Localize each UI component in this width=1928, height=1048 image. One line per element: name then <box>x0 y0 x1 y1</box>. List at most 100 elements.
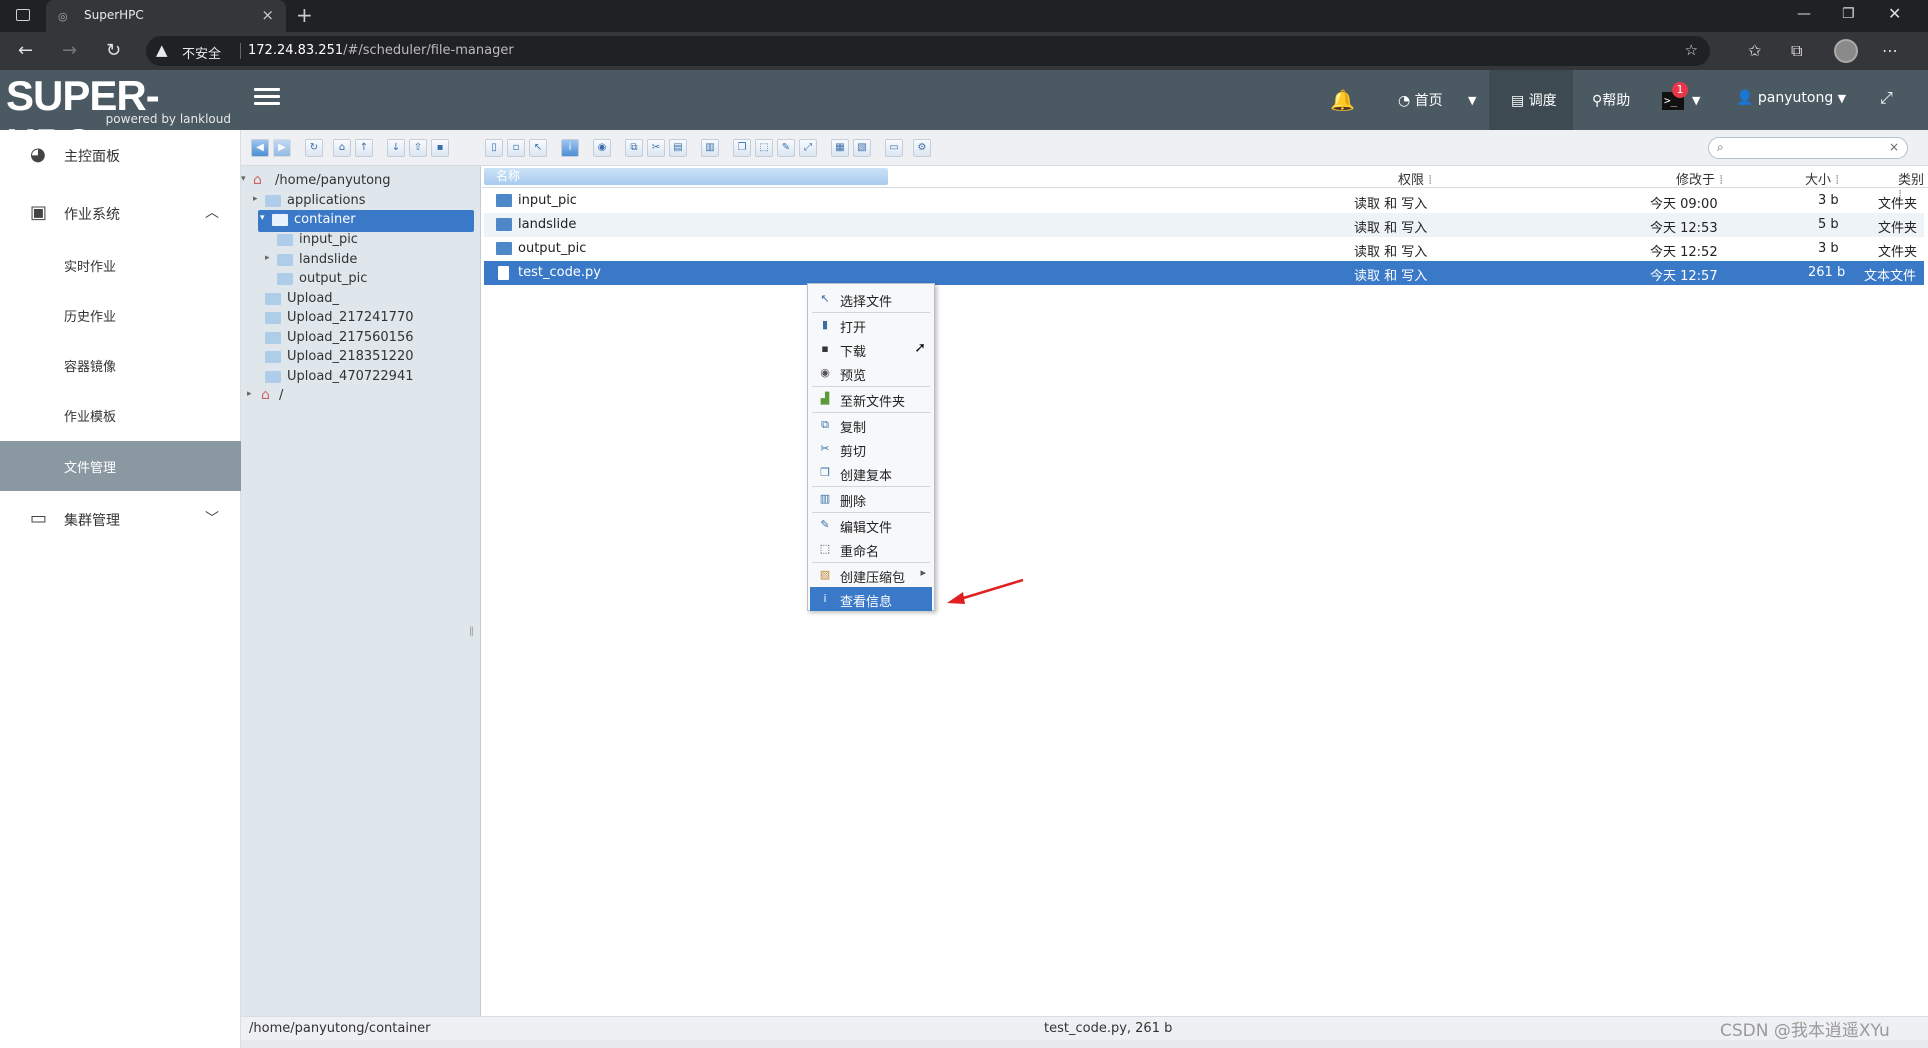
menu-item-download[interactable]: ▪ 下载 ➚ <box>810 337 932 361</box>
select-icon[interactable]: ↖ <box>529 139 547 157</box>
profile-avatar[interactable] <box>1834 39 1858 63</box>
sidebar-item-container-images[interactable]: 容器镜像 <box>0 340 241 390</box>
sidebar-item-dashboard[interactable]: ◕ 主控面板 <box>0 130 241 180</box>
menu-toggle-icon[interactable] <box>254 88 280 110</box>
tab-close-icon[interactable]: × <box>261 6 274 24</box>
extract-icon[interactable]: ▦ <box>831 139 849 157</box>
menu-item-create-archive[interactable]: ▧ 创建压缩包 ▸ <box>810 563 932 587</box>
url-field[interactable]: ▲ 不安全 172.24.83.251/#/scheduler/file-man… <box>146 36 1710 66</box>
download-icon[interactable]: ↓ <box>387 139 405 157</box>
notification-badge: 1 <box>1672 82 1688 98</box>
menu-item-copy[interactable]: ⧉ 复制 <box>810 413 932 437</box>
table-row[interactable]: output_pic 读取 和 写入 今天 12:52 3 b 文件夹 <box>484 237 1924 261</box>
refresh-icon[interactable]: ↻ <box>305 139 323 157</box>
sidebar-item-cluster-management[interactable]: ▭ 集群管理 ﹀ <box>0 494 241 544</box>
settings-icon[interactable]: ⚙ <box>913 139 931 157</box>
expand-arrow-icon[interactable]: ▸ <box>253 194 258 204</box>
new-tab-icon[interactable]: + <box>296 3 313 27</box>
edit-icon[interactable]: ✎ <box>777 139 795 157</box>
tree-node[interactable]: Upload_218351220 <box>265 347 465 369</box>
menu-item-preview[interactable]: ◉ 预览 <box>810 361 932 385</box>
forward-icon[interactable]: → <box>62 40 77 61</box>
open-icon[interactable]: ▯ <box>485 139 503 157</box>
menu-item-get-info[interactable]: i 查看信息 <box>810 587 932 611</box>
up-folder-icon[interactable]: ↑ <box>355 139 373 157</box>
tree-root[interactable]: ▾ ⌂ /home/panyutong <box>241 171 453 193</box>
info-icon[interactable]: i <box>561 139 579 157</box>
tree-node-selected[interactable]: ▾ container <box>258 210 474 232</box>
menu-item-cut[interactable]: ✂ 剪切 <box>810 437 932 461</box>
tree-node[interactable]: Upload_217241770 <box>265 308 465 330</box>
favorites-icon[interactable]: ✩ <box>1748 41 1761 60</box>
table-row[interactable]: landslide 读取 和 写入 今天 12:53 5 b 文件夹 <box>484 213 1924 237</box>
collapse-arrow-icon[interactable]: ▾ <box>241 174 246 184</box>
minimize-icon[interactable]: — <box>1797 6 1811 22</box>
archive-icon[interactable]: ▧ <box>853 139 871 157</box>
home-dropdown-icon[interactable]: ▼ <box>1468 94 1476 107</box>
sidebar-item-job-templates[interactable]: 作业模板 <box>0 390 241 440</box>
expand-arrow-icon[interactable]: ▸ <box>247 389 252 399</box>
home-icon[interactable]: ⌂ <box>333 139 351 157</box>
favorite-star-icon[interactable]: ☆ <box>1685 41 1698 59</box>
context-menu: ↖ 选择文件 ▮ 打开 ▪ 下载 ➚ ◉ 预览 ▟ 至新文件夹 ⧉ 复制 ✂ 剪… <box>807 283 935 611</box>
column-modified[interactable]: 修改于 ⁞ <box>1676 169 1723 188</box>
delete-icon[interactable]: ▥ <box>701 139 719 157</box>
arrow-head <box>947 592 965 604</box>
upload-icon[interactable]: ⇧ <box>409 139 427 157</box>
not-secure-label: 不安全 <box>182 47 222 62</box>
column-size[interactable]: 大小 ⁞ <box>1805 169 1839 188</box>
restore-icon[interactable]: ❐ <box>1842 6 1855 22</box>
forward-arrow-icon[interactable]: ▶ <box>273 139 291 157</box>
nav-home[interactable]: ◔ 首页 <box>1398 90 1443 110</box>
nav-schedule[interactable]: ▤ 调度 <box>1489 70 1573 130</box>
table-row[interactable]: input_pic 读取 和 写入 今天 09:00 3 b 文件夹 <box>484 189 1924 213</box>
disk-icon[interactable]: ▫ <box>507 139 525 157</box>
sidebar-item-file-manager[interactable]: 文件管理 <box>0 441 241 491</box>
rename-icon[interactable]: ⬚ <box>755 139 773 157</box>
menu-item-rename[interactable]: ⬚ 重命名 <box>810 537 932 561</box>
clear-icon[interactable]: × <box>1889 140 1899 154</box>
search-input[interactable]: ⌕ × <box>1708 137 1908 159</box>
back-icon[interactable]: ← <box>18 40 33 61</box>
paste-icon[interactable]: ▤ <box>669 139 687 157</box>
bottom-scrollbar[interactable] <box>241 1040 1928 1048</box>
user-menu[interactable]: 👤 panyutong ▼ <box>1736 90 1846 106</box>
copy-icon[interactable]: ⧉ <box>625 139 643 157</box>
pane-splitter[interactable]: ‖ <box>469 626 474 637</box>
tree-node[interactable]: output_pic <box>277 269 467 291</box>
tree-node-filesystem-root[interactable]: ▸ ⌂ / <box>247 386 321 408</box>
back-arrow-icon[interactable]: ◀ <box>251 139 269 157</box>
bell-icon[interactable]: 🔔 <box>1330 88 1355 112</box>
menu-item-select-file[interactable]: ↖ 选择文件 <box>810 287 932 311</box>
terminal-dropdown-icon[interactable]: ▼ <box>1692 94 1700 107</box>
sidebar-item-realtime-jobs[interactable]: 实时作业 <box>0 240 241 290</box>
sidebar-item-history-jobs[interactable]: 历史作业 <box>0 290 241 340</box>
save-icon[interactable]: ▪ <box>431 139 449 157</box>
cut-icon[interactable]: ✂ <box>647 139 665 157</box>
more-icon[interactable]: ⋯ <box>1882 41 1898 60</box>
nav-help[interactable]: ⚲帮助 <box>1592 90 1630 110</box>
expand-arrow-icon[interactable]: ▸ <box>265 253 270 263</box>
menu-item-open[interactable]: ▮ 打开 <box>810 313 932 337</box>
menu-item-delete[interactable]: ▥ 删除 <box>810 487 932 511</box>
menu-item-duplicate[interactable]: ❐ 创建复本 <box>810 461 932 485</box>
window-menu-icon[interactable] <box>16 9 30 21</box>
duplicate-icon[interactable]: ❐ <box>733 139 751 157</box>
menu-item-edit-file[interactable]: ✎ 编辑文件 <box>810 513 932 537</box>
reload-icon[interactable]: ↻ <box>106 40 121 61</box>
fullscreen-icon[interactable]: ⤢ <box>1880 88 1893 108</box>
preview-icon[interactable]: ◉ <box>593 139 611 157</box>
resize-icon[interactable]: ⤢ <box>799 139 817 157</box>
window-close-icon[interactable]: ✕ <box>1888 4 1901 23</box>
tab-favicon-icon: ◎ <box>58 10 68 23</box>
table-row-selected[interactable]: test_code.py 读取 和 写入 今天 12:57 261 b 文本文件 <box>484 261 1924 285</box>
collapse-arrow-icon[interactable]: ▾ <box>260 213 265 223</box>
column-name[interactable]: 名称 <box>484 168 888 185</box>
column-permission[interactable]: 权限 ⁞ <box>1398 169 1432 188</box>
collections-icon[interactable]: ⧉ <box>1791 41 1802 61</box>
browser-tab[interactable]: ◎ SuperHPC × <box>46 0 286 32</box>
view-icon[interactable]: ▭ <box>885 139 903 157</box>
tree-node[interactable]: input_pic <box>277 230 467 252</box>
menu-item-to-new-folder[interactable]: ▟ 至新文件夹 <box>810 387 932 411</box>
sidebar-item-job-system[interactable]: ▣ 作业系统 ︿ <box>0 188 241 238</box>
